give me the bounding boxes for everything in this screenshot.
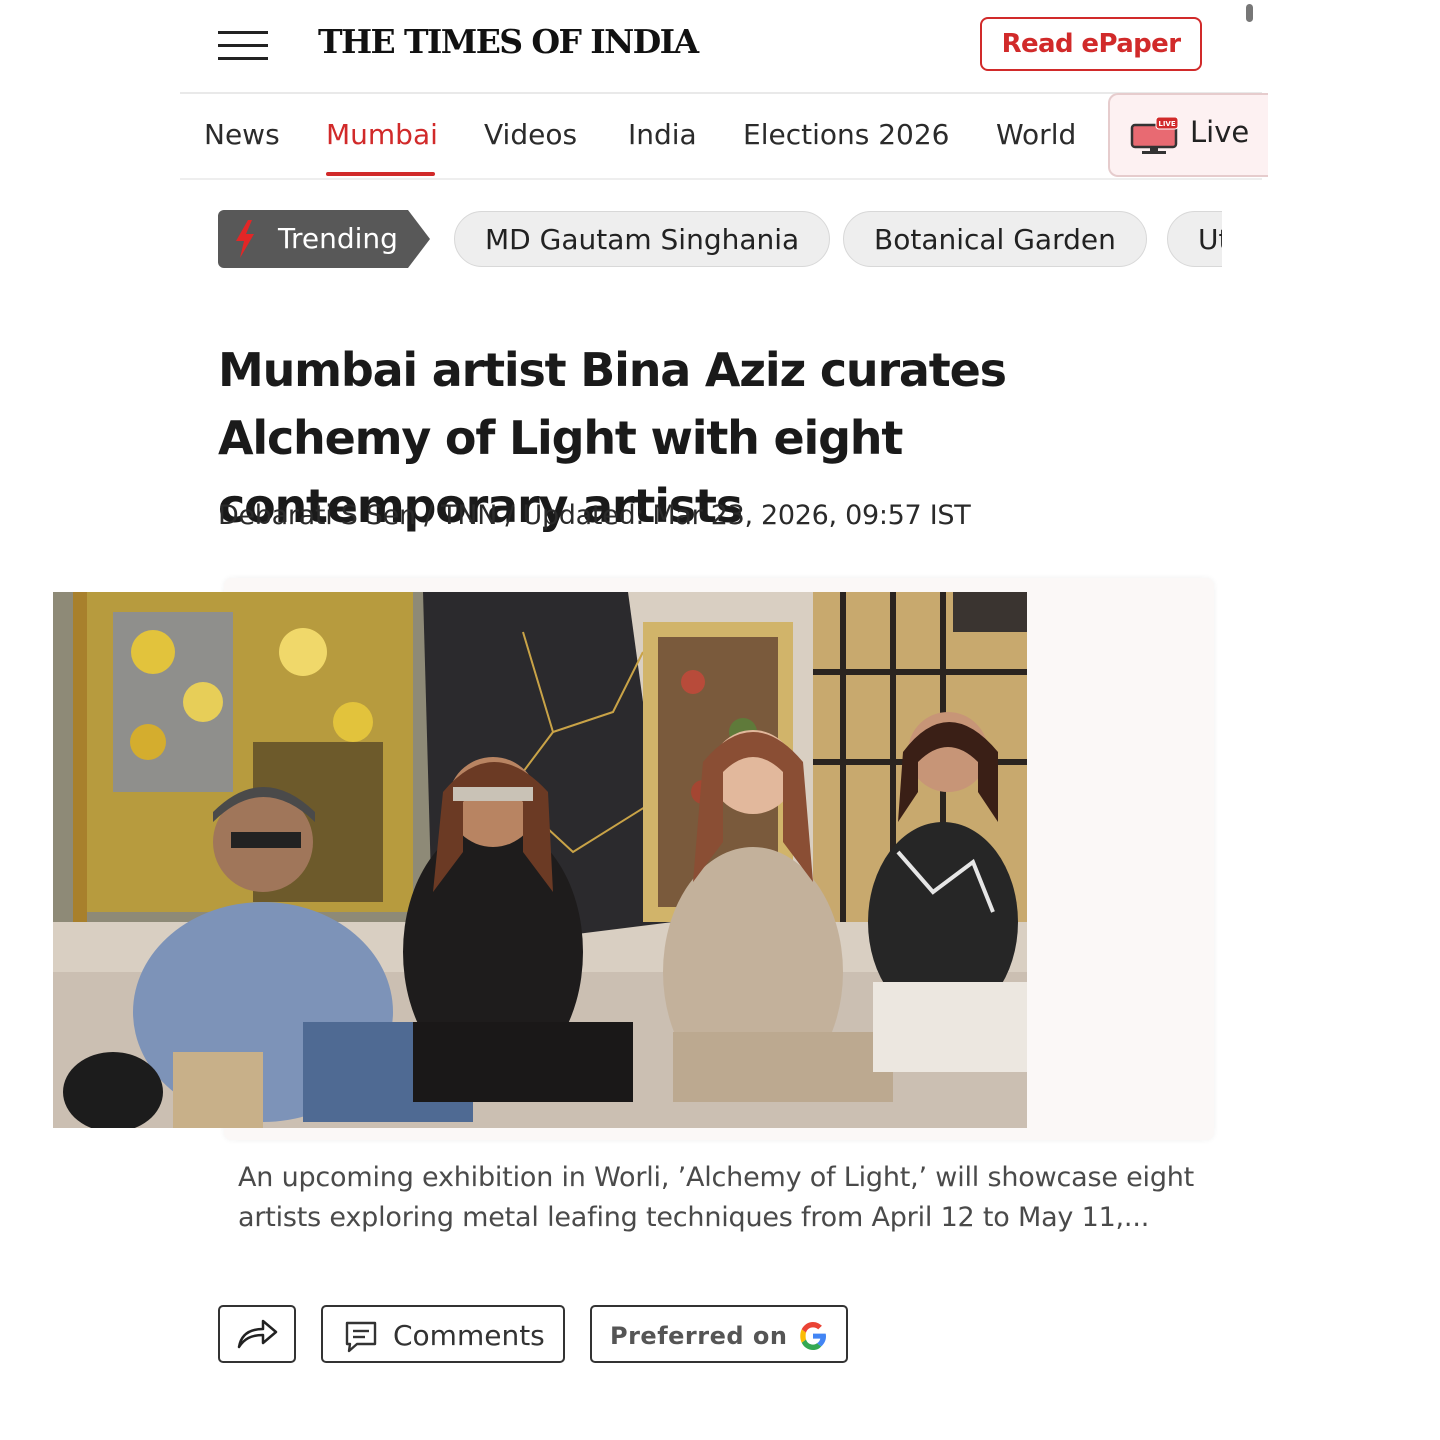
nav-item-mumbai[interactable]: Mumbai <box>326 118 438 151</box>
live-tv-button[interactable]: LIVE Live <box>1108 93 1268 177</box>
nav-item-elections-2026[interactable]: Elections 2026 <box>743 118 949 151</box>
trending-badge: Trending <box>218 210 430 268</box>
photo-illustration <box>53 592 1027 1128</box>
trending-label: Trending <box>278 222 398 255</box>
menu-icon[interactable] <box>218 30 268 60</box>
trending-chip-md-gautam-singhania[interactable]: MD Gautam Singhania <box>454 211 831 267</box>
trending-chip-partial[interactable]: Ut <box>1167 211 1222 267</box>
article-byline: Debarati S Sen / TNN / Updated: Mar 23, … <box>218 500 971 531</box>
live-tv-icon: LIVE <box>1130 117 1179 154</box>
comment-icon <box>345 1321 377 1353</box>
google-g-icon <box>800 1322 826 1350</box>
lightning-icon <box>236 220 254 258</box>
active-tab-indicator <box>326 172 435 176</box>
nav-item-news[interactable]: News <box>204 118 280 151</box>
nav-divider <box>180 178 1262 180</box>
article-photo[interactable] <box>53 592 1027 1128</box>
live-label: Live <box>1190 115 1250 149</box>
share-button[interactable] <box>218 1305 296 1363</box>
trending-bar: Trending MD Gautam Singhania Botanical G… <box>218 210 1222 268</box>
scrollbar-thumb[interactable] <box>1246 4 1253 22</box>
preferred-on-google-button[interactable]: Preferred on <box>590 1305 848 1363</box>
preferred-label: Preferred on <box>610 1322 788 1350</box>
nav-item-videos[interactable]: Videos <box>484 118 577 151</box>
comments-button[interactable]: Comments <box>321 1305 565 1363</box>
site-logo[interactable]: THE TIMES OF INDIA <box>318 22 699 61</box>
nav-item-india[interactable]: India <box>628 118 697 151</box>
site-header: THE TIMES OF INDIA Read ePaper <box>180 0 1262 92</box>
nav-item-world[interactable]: World <box>996 118 1076 151</box>
trending-chip-botanical-garden[interactable]: Botanical Garden <box>843 211 1147 267</box>
read-epaper-button[interactable]: Read ePaper <box>980 17 1202 71</box>
section-nav: News Mumbai Videos India Elections 2026 … <box>180 93 1268 178</box>
live-badge: LIVE <box>1158 120 1175 128</box>
share-icon <box>237 1319 278 1349</box>
comments-label: Comments <box>393 1319 545 1352</box>
